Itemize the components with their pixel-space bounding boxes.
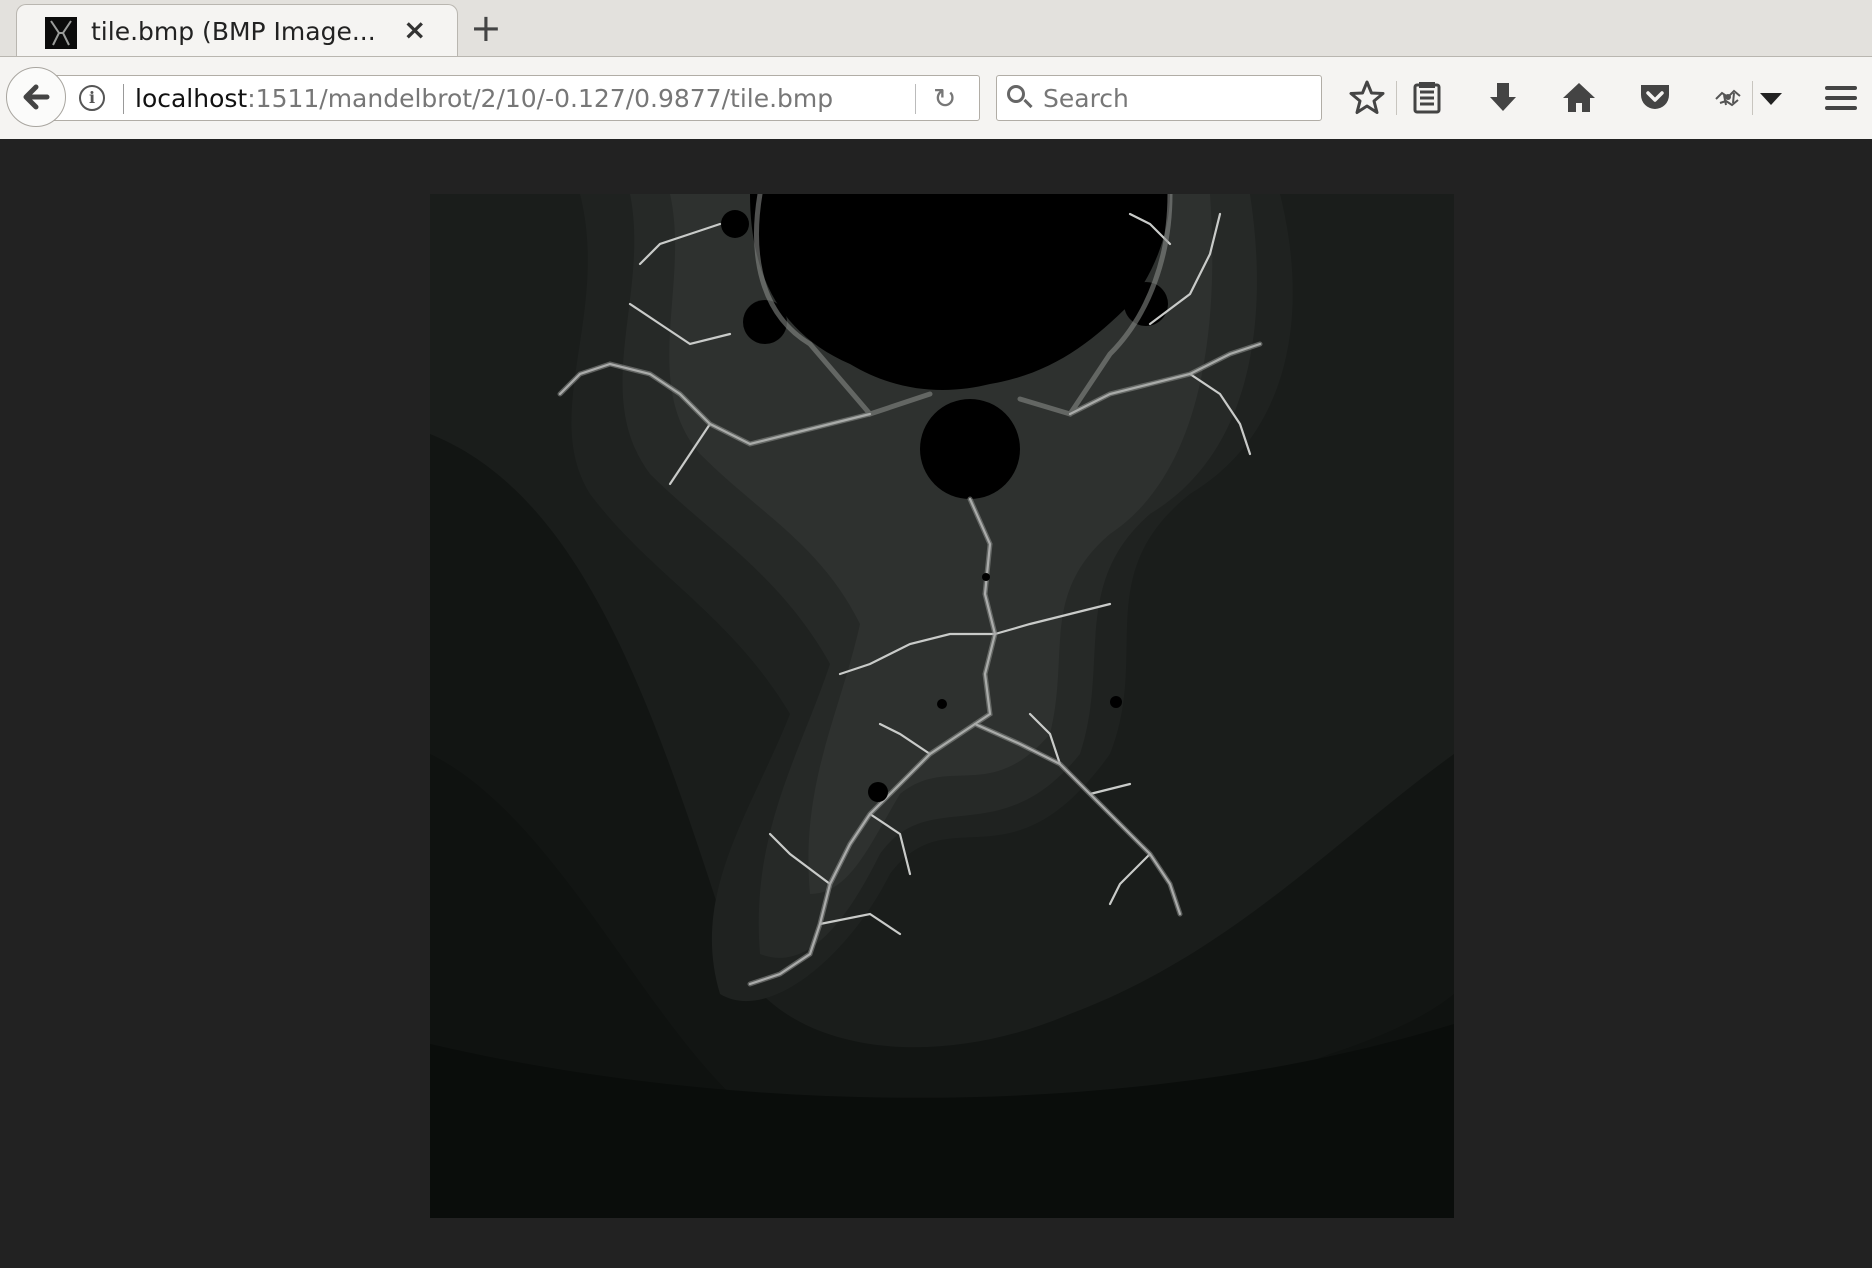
close-tab-icon[interactable]: ×: [403, 13, 426, 46]
search-placeholder: Search: [1043, 84, 1129, 113]
tab-active[interactable]: tile.bmp (BMP Image... ×: [16, 4, 458, 57]
url-text[interactable]: localhost:1511/mandelbrot/2/10/-0.127/0.…: [135, 84, 833, 113]
home-icon[interactable]: [1556, 75, 1602, 121]
url-host: localhost: [135, 84, 248, 113]
download-icon[interactable]: [1480, 75, 1526, 121]
site-info-icon[interactable]: i: [79, 85, 105, 111]
bookmark-star-icon[interactable]: [1344, 75, 1390, 121]
image-viewer: [0, 139, 1872, 1268]
url-path: :1511/mandelbrot/2/10/-0.127/0.9877/tile…: [247, 84, 834, 113]
tab-title: tile.bmp (BMP Image...: [91, 17, 376, 46]
back-button[interactable]: [6, 67, 66, 127]
reload-icon[interactable]: ↻: [933, 82, 956, 115]
search-input[interactable]: Search: [996, 75, 1322, 121]
extension-icon[interactable]: [1706, 75, 1752, 121]
menu-icon[interactable]: [1818, 75, 1864, 121]
pocket-icon[interactable]: [1632, 75, 1678, 121]
reading-list-icon[interactable]: [1404, 75, 1450, 121]
mandelbrot-image[interactable]: [430, 191, 1454, 1218]
toolbar-divider: [1396, 81, 1397, 115]
url-divider: [123, 84, 124, 114]
search-icon: [1007, 85, 1025, 103]
toolbar-divider: [1752, 81, 1753, 115]
image-favicon-icon: [45, 17, 77, 49]
url-divider-2: [915, 84, 916, 114]
address-bar[interactable]: i localhost:1511/mandelbrot/2/10/-0.127/…: [50, 75, 980, 121]
navigation-toolbar: i localhost:1511/mandelbrot/2/10/-0.127/…: [0, 56, 1872, 140]
tab-strip: tile.bmp (BMP Image... × +: [0, 0, 1872, 57]
new-tab-button[interactable]: +: [470, 6, 502, 50]
chevron-down-icon[interactable]: [1756, 75, 1802, 121]
fractal-graphic: [430, 191, 1454, 1218]
back-arrow-icon: [23, 84, 50, 110]
